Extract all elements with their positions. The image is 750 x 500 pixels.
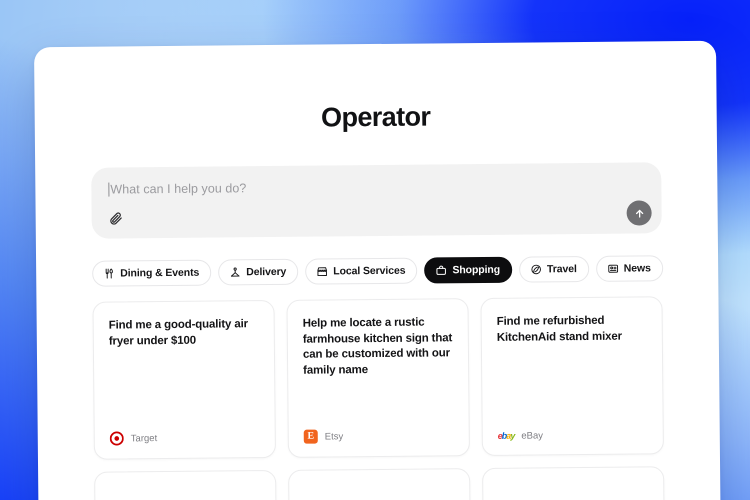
arrow-up-icon xyxy=(635,209,643,218)
chip-label: News xyxy=(623,262,651,275)
text-caret xyxy=(108,182,110,197)
card-brand: Target xyxy=(109,430,260,446)
suggestion-prompt: Find me refurbished KitchenAid stand mix… xyxy=(496,314,623,344)
chip-travel[interactable]: Travel xyxy=(518,255,589,283)
globe-icon xyxy=(531,264,541,275)
ebay-logo-icon: ebay xyxy=(498,430,515,441)
dining-events-icon xyxy=(105,268,113,279)
etsy-logo-icon: E xyxy=(303,429,318,444)
chip-dining-events[interactable]: Dining & Events xyxy=(92,259,212,287)
chip-label: Travel xyxy=(546,263,577,276)
composer-input-row[interactable]: What can I help you do? xyxy=(108,176,645,197)
send-button[interactable] xyxy=(626,200,652,226)
card-brand: ebay eBay xyxy=(498,429,648,441)
app-window-panel: Operator What can I help you do? Dining … xyxy=(34,40,721,500)
suggestion-card-partial[interactable] xyxy=(94,469,277,500)
ebay-letter-y: y xyxy=(510,430,515,441)
chip-shopping[interactable]: Shopping xyxy=(424,256,513,284)
prompt-composer[interactable]: What can I help you do? xyxy=(91,162,662,239)
chip-delivery[interactable]: Delivery xyxy=(218,258,299,286)
page-title: Operator xyxy=(320,101,431,133)
brand-name: Target xyxy=(130,432,158,444)
newspaper-icon xyxy=(607,264,618,273)
local-services-icon xyxy=(317,267,328,277)
brand-name: eBay xyxy=(521,430,544,442)
suggestion-card-ebay[interactable]: Find me refurbished KitchenAid stand mix… xyxy=(480,296,664,456)
suggestion-card-etsy[interactable]: Help me locate a rustic farmhouse kitche… xyxy=(286,298,470,458)
chip-label: Shopping xyxy=(452,263,501,277)
chip-local-services[interactable]: Local Services xyxy=(305,257,418,285)
suggestion-card-target[interactable]: Find me a good-quality air fryer under $… xyxy=(92,299,276,460)
search-input-placeholder[interactable]: What can I help you do? xyxy=(110,180,246,197)
suggestion-card-grid: Find me a good-quality air fryer under $… xyxy=(92,296,664,460)
brand-name: Etsy xyxy=(324,430,344,443)
app-content: Operator What can I help you do? Dining … xyxy=(34,41,721,500)
suggestion-card-partial[interactable] xyxy=(288,468,471,500)
card-brand: E Etsy xyxy=(303,428,454,444)
shopping-bag-icon xyxy=(436,265,447,275)
suggestion-prompt: Help me locate a rustic farmhouse kitche… xyxy=(302,316,453,377)
delivery-icon xyxy=(231,267,240,277)
suggestion-prompt: Find me a good-quality air fryer under $… xyxy=(108,318,248,348)
target-bullseye-icon xyxy=(109,431,124,446)
category-chip-row: Dining & Events Delivery Local Services xyxy=(92,255,663,287)
paperclip-icon[interactable] xyxy=(106,208,126,228)
suggestion-card-grid-next-row xyxy=(94,466,665,500)
chip-label: Local Services xyxy=(333,264,406,278)
chip-label: Delivery xyxy=(246,265,287,279)
screenshot-stage: Operator What can I help you do? Dining … xyxy=(0,0,750,500)
chip-label: Dining & Events xyxy=(120,266,200,280)
suggestion-card-partial[interactable] xyxy=(482,466,665,500)
chip-news[interactable]: News xyxy=(595,255,663,282)
